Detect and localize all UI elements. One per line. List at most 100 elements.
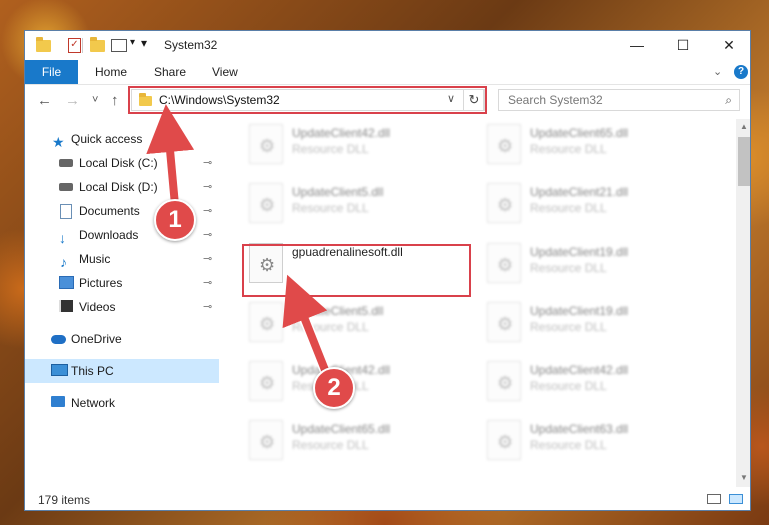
step-1-badge: 1 [154, 199, 196, 241]
document-icon [60, 204, 74, 219]
gear-icon: ⚙ [259, 432, 276, 452]
video-icon [59, 300, 73, 314]
navigation-pane: ★ Quick access Local Disk (C:) ⊸ Local D… [25, 119, 219, 487]
tab-file[interactable]: File [25, 60, 78, 84]
sidebar-item-videos[interactable]: Videos ⊸ [25, 295, 219, 319]
sidebar-item-label: Local Disk (C:) [79, 156, 158, 170]
file-item[interactable]: ⚙ UpdateClient65.dll Resource DLL [243, 417, 473, 467]
tab-home[interactable]: Home [95, 60, 127, 84]
window-title: System32 [164, 38, 218, 52]
file-type: Resource DLL [530, 379, 607, 393]
computer-icon [51, 364, 68, 378]
maximize-button[interactable]: ☐ [660, 31, 706, 60]
sidebar-item-onedrive[interactable]: OneDrive [25, 327, 219, 351]
file-thumbnail: ⚙ [249, 420, 283, 460]
vertical-scrollbar[interactable]: ▲ ▼ [736, 119, 750, 487]
item-count: 179 items [38, 493, 91, 507]
scroll-down-icon[interactable]: ▼ [736, 473, 750, 482]
file-item[interactable]: ⚙ UpdateClient5.dll Resource DLL [243, 299, 473, 349]
pin-icon[interactable]: ⊸ [203, 295, 212, 319]
gear-icon: ⚙ [497, 136, 514, 156]
scroll-up-icon[interactable]: ▲ [736, 122, 750, 131]
back-arrow-icon[interactable]: ← [37, 92, 52, 109]
file-thumbnail: ⚙ [487, 302, 521, 342]
file-thumbnail: ⚙ [249, 361, 283, 401]
sidebar-item-pictures[interactable]: Pictures ⊸ [25, 271, 219, 295]
scrollbar-thumb[interactable] [738, 137, 750, 186]
sidebar-item-local-disk-c[interactable]: Local Disk (C:) ⊸ [25, 151, 219, 175]
file-item[interactable]: ⚙ UpdateClient65.dll Resource DLL [481, 121, 711, 171]
pictures-icon [59, 276, 74, 290]
file-item[interactable]: ⚙ UpdateClient42.dll Resource DLL [243, 358, 473, 408]
file-name: UpdateClient65.dll [530, 126, 629, 140]
file-thumbnail: ⚙ [249, 124, 283, 164]
up-arrow-icon[interactable]: ↑ [111, 92, 119, 109]
sidebar-item-label: Pictures [79, 276, 123, 290]
sidebar-item-this-pc[interactable]: This PC [25, 359, 219, 383]
file-item[interactable]: ⚙ UpdateClient42.dll Resource DLL [243, 121, 473, 171]
step-2-badge: 2 [313, 367, 355, 409]
sidebar-item-network[interactable]: Network [25, 391, 219, 415]
forward-arrow-icon[interactable]: → [65, 92, 80, 109]
folder-icon [36, 37, 51, 52]
chevron-down-icon[interactable]: ▾ [130, 37, 135, 48]
file-type: Resource DLL [530, 320, 607, 334]
new-folder-icon[interactable] [90, 37, 105, 52]
ribbon-tabs: File Home Share View ⌄ ? [25, 60, 750, 85]
recent-locations-icon[interactable]: ˅ [92, 94, 98, 106]
sidebar-item-quick-access[interactable]: ★ Quick access [25, 127, 219, 151]
file-item[interactable]: ⚙ UpdateClient19.dll Resource DLL [481, 299, 711, 349]
pin-icon[interactable]: ⊸ [203, 199, 212, 223]
gear-icon: ⚙ [497, 432, 514, 452]
properties-check-icon[interactable]: ✓ [68, 38, 81, 53]
large-icons-view-icon[interactable] [729, 494, 743, 504]
file-highlight-box [242, 244, 471, 297]
gear-icon: ⚙ [259, 136, 276, 156]
pin-icon[interactable]: ⊸ [203, 151, 212, 175]
gear-icon: ⚙ [497, 314, 514, 334]
close-button[interactable]: ✕ [706, 31, 750, 60]
file-item[interactable]: ⚙ UpdateClient42.dll Resource DLL [481, 358, 711, 408]
file-type: Resource DLL [292, 320, 369, 334]
file-thumbnail: ⚙ [487, 361, 521, 401]
expand-ribbon-icon[interactable]: ⌄ [713, 65, 722, 78]
minimize-button[interactable]: — [614, 31, 660, 60]
sidebar-item-label: This PC [71, 364, 114, 378]
pin-icon[interactable]: ⊸ [203, 247, 212, 271]
file-name: UpdateClient5.dll [292, 185, 384, 199]
file-item[interactable]: ⚙ UpdateClient63.dll Resource DLL [481, 417, 711, 467]
cloud-icon [51, 332, 66, 346]
help-icon[interactable]: ? [734, 65, 748, 79]
quick-access-dropdown-icon[interactable]: ▾ [141, 36, 147, 50]
file-item[interactable]: ⚙ UpdateClient21.dll Resource DLL [481, 180, 711, 230]
sidebar-item-local-disk-d[interactable]: Local Disk (D:) ⊸ [25, 175, 219, 199]
file-name: UpdateClient42.dll [292, 126, 391, 140]
file-name: UpdateClient63.dll [530, 422, 629, 436]
customize-quick-access-icon[interactable] [111, 39, 127, 52]
file-thumbnail: ⚙ [487, 183, 521, 223]
music-icon: ♪ [60, 254, 67, 270]
file-item[interactable]: ⚙ UpdateClient5.dll Resource DLL [243, 180, 473, 230]
file-type: Resource DLL [292, 201, 369, 215]
file-type: Resource DLL [292, 438, 369, 452]
file-item[interactable]: ⚙ UpdateClient19.dll Resource DLL [481, 240, 711, 290]
sidebar-item-label: Music [79, 252, 111, 266]
file-name: UpdateClient65.dll [292, 422, 391, 436]
pin-icon[interactable]: ⊸ [203, 223, 212, 247]
search-input[interactable]: Search System32 [508, 93, 603, 107]
sidebar-item-label: Downloads [79, 228, 139, 242]
pin-icon[interactable]: ⊸ [203, 271, 212, 295]
file-name: UpdateClient19.dll [530, 245, 629, 259]
sidebar-item-label: OneDrive [71, 332, 122, 346]
pin-icon[interactable]: ⊸ [203, 175, 212, 199]
file-thumbnail: ⚙ [249, 302, 283, 342]
gear-icon: ⚙ [497, 373, 514, 393]
file-thumbnail: ⚙ [487, 124, 521, 164]
search-box[interactable]: Search System32 ⌕ [498, 89, 740, 111]
search-icon[interactable]: ⌕ [725, 93, 732, 108]
file-name: UpdateClient21.dll [530, 185, 629, 199]
tab-view[interactable]: View [212, 60, 238, 84]
sidebar-item-music[interactable]: ♪ Music ⊸ [25, 247, 219, 271]
details-view-icon[interactable] [707, 494, 721, 504]
tab-share[interactable]: Share [154, 60, 186, 84]
